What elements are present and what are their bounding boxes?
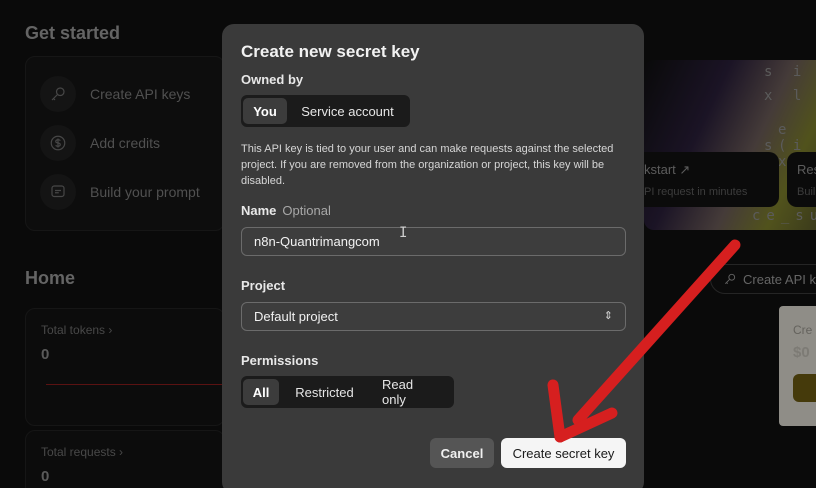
owned-by-toggle: You Service account [241, 95, 410, 127]
modal-title: Create new secret key [241, 42, 420, 61]
permission-option-all[interactable]: All [243, 379, 279, 405]
project-select-value: Default project [254, 309, 338, 324]
api-key-description: This API key is tied to your user and ca… [241, 143, 614, 187]
permission-option-restricted[interactable]: Restricted [281, 379, 368, 405]
owner-option-service-account[interactable]: Service account [289, 98, 406, 124]
project-select[interactable]: Default project ⇕ [241, 302, 626, 331]
name-label-text: Name [241, 203, 277, 218]
name-input[interactable]: n8n-Quantrimangcom [241, 227, 626, 256]
permission-option-read-only[interactable]: Read only [370, 377, 452, 407]
cancel-button[interactable]: Cancel [430, 438, 494, 468]
text-cursor-icon: I [399, 225, 408, 241]
create-secret-key-modal: Create new secret key Owned by You Servi… [222, 24, 644, 488]
owner-option-you[interactable]: You [243, 98, 287, 124]
optional-hint: Optional [282, 203, 331, 218]
project-label: Project [241, 278, 286, 293]
permissions-toggle: All Restricted Read only [241, 376, 454, 408]
name-input-value: n8n-Quantrimangcom [254, 234, 380, 249]
name-label: Name Optional [241, 203, 331, 218]
create-secret-key-button[interactable]: Create secret key [501, 438, 626, 468]
chevron-updown-icon: ⇕ [603, 310, 613, 322]
owned-by-label: Owned by [241, 72, 304, 87]
permissions-label: Permissions [241, 353, 319, 368]
